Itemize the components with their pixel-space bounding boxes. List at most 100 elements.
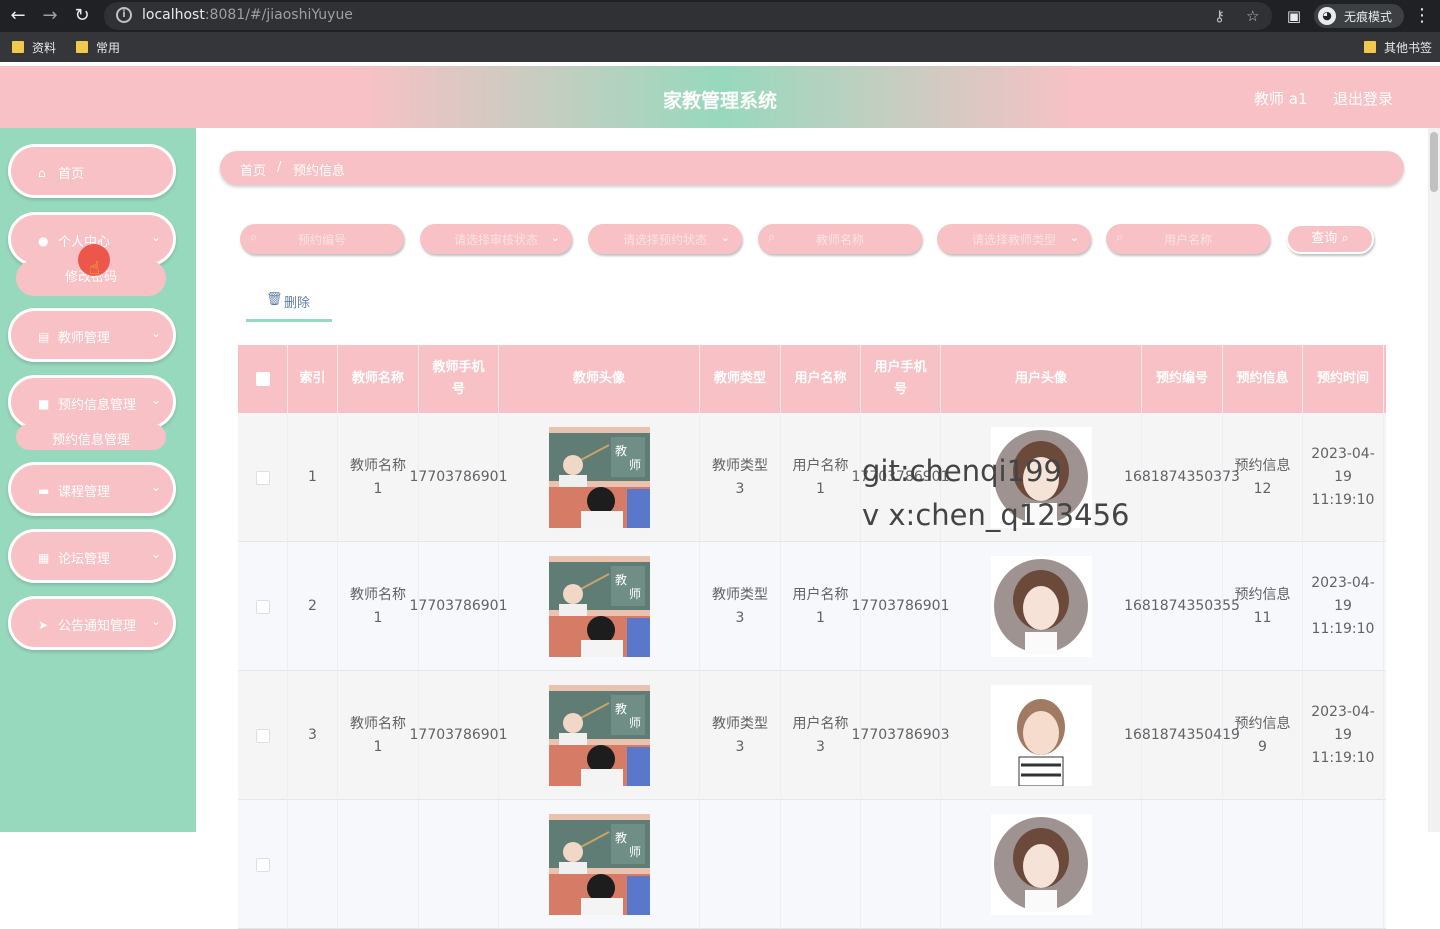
folder-icon bbox=[1364, 41, 1376, 53]
chevron-down-icon: ⌄ bbox=[150, 393, 161, 407]
cell-index: 1 bbox=[288, 413, 338, 542]
folder-icon bbox=[12, 41, 24, 53]
breadcrumb-home[interactable]: 首页 bbox=[240, 160, 266, 179]
address-bar[interactable]: i localhost:8081/#/jiaoshiYuyue ⚷ ☆ bbox=[104, 2, 1272, 30]
sidebar-item-home[interactable]: ⌂ 首页 bbox=[8, 144, 176, 198]
row-select-cell bbox=[238, 542, 288, 671]
th-teacher-type: 教师类型 bbox=[700, 345, 781, 413]
menu-kebab-icon[interactable]: ⋮ bbox=[1410, 4, 1434, 28]
select-all-checkbox[interactable] bbox=[255, 372, 270, 386]
teacher-avatar-image[interactable]: 教师 bbox=[548, 427, 650, 528]
booking-no-input[interactable]: ⌕ 预约编号 bbox=[240, 224, 404, 254]
th-teacher-phone: 教师手机号 bbox=[419, 345, 499, 413]
app-title: 家教管理系统 bbox=[662, 90, 777, 112]
chevron-down-icon: ⌄ bbox=[720, 231, 730, 244]
bookmark-folder-changyong[interactable]: 常用 bbox=[76, 39, 120, 56]
th-user-avatar: 用户头像 bbox=[941, 345, 1142, 413]
video-icon: ■ bbox=[38, 397, 50, 411]
bookmarks-bar: 资料 常用 其他书签 bbox=[0, 32, 1440, 62]
forward-icon[interactable]: → bbox=[38, 4, 62, 28]
cell-teacher-name bbox=[338, 800, 419, 929]
th-booking-no: 预约编号 bbox=[1142, 345, 1223, 413]
row-checkbox[interactable] bbox=[255, 470, 270, 485]
svg-text:师: 师 bbox=[629, 845, 641, 859]
teacher-avatar-cell: 教师 bbox=[499, 413, 700, 542]
sidebar-item-notices[interactable]: ➤ 公告通知管理 ⌄ bbox=[8, 596, 176, 650]
breadcrumb: 首页 / 预约信息 bbox=[220, 151, 1404, 185]
user-name-input[interactable]: ⌕ 用户名称 bbox=[1106, 224, 1270, 254]
key-icon[interactable]: ⚷ bbox=[1214, 7, 1225, 25]
cell-index bbox=[288, 800, 338, 929]
bookmark-folder-ziliao[interactable]: 资料 bbox=[12, 39, 56, 56]
teacher-type-select[interactable]: 请选择教师类型 ⌄ bbox=[937, 224, 1091, 254]
table-row[interactable]: 1 教师名称1 17703786901 教师教师类型3 用户名称1 17703786901… bbox=[238, 413, 1386, 542]
cell-booking-info bbox=[1223, 800, 1303, 929]
submenu-booking-manage[interactable]: 预约信息管理 bbox=[16, 424, 166, 450]
cell-index: 2 bbox=[288, 542, 338, 671]
search-icon: ⌕ bbox=[1341, 231, 1349, 246]
svg-text:师: 师 bbox=[629, 458, 641, 472]
table-row[interactable]: 3 教师名称1 17703786901 教师教师类型3 用户名称3 17703786903… bbox=[238, 671, 1386, 800]
page-scrollbar[interactable] bbox=[1428, 128, 1440, 832]
site-info-icon[interactable]: i bbox=[116, 7, 132, 23]
cell-teacher-phone: 17703786901 bbox=[410, 542, 508, 671]
svg-text:教: 教 bbox=[615, 572, 627, 587]
cell-booking-no bbox=[1142, 800, 1223, 929]
table-row[interactable]: 2 教师名称1 17703786901 教师教师类型3 用户名称1 17703786901… bbox=[238, 542, 1386, 671]
current-user: 教师 a1 bbox=[1254, 90, 1308, 108]
cell-user-name bbox=[781, 800, 861, 929]
row-checkbox[interactable] bbox=[255, 857, 270, 872]
cell-user-phone: 17703786901 bbox=[852, 542, 950, 671]
sidebar-item-courses[interactable]: ▬ 课程管理 ⌄ bbox=[8, 462, 176, 516]
cell-user-name: 用户名称1 bbox=[781, 413, 861, 542]
chevron-down-icon: ⌄ bbox=[150, 614, 161, 628]
incognito-badge[interactable]: ◕ 无痕模式 bbox=[1314, 4, 1404, 28]
user-avatar-image[interactable] bbox=[990, 556, 1092, 657]
booking-status-select[interactable]: 请选择预约状态 ⌄ bbox=[588, 224, 742, 254]
row-checkbox[interactable] bbox=[255, 599, 270, 614]
sidepanel-icon[interactable]: ▣ bbox=[1282, 4, 1306, 28]
table-header: 索引 教师名称 教师手机号 教师头像 教师类型 用户名称 用户手机号 用户头像 … bbox=[238, 345, 1386, 413]
sidebar-item-bookings[interactable]: ■ 预约信息管理 ⌄ bbox=[8, 375, 176, 429]
star-icon[interactable]: ☆ bbox=[1246, 7, 1259, 25]
user-avatar-image[interactable] bbox=[990, 685, 1092, 787]
sidebar-item-forum[interactable]: ▦ 论坛管理 ⌄ bbox=[8, 529, 176, 583]
cell-teacher-type bbox=[700, 800, 781, 929]
incognito-icon: ◕ bbox=[1318, 7, 1336, 25]
cell-booking-time: 2023-04-19 11:19:10 bbox=[1303, 413, 1384, 542]
svg-text:师: 师 bbox=[629, 587, 641, 601]
search-button[interactable]: 查询 ⌕ bbox=[1286, 224, 1374, 254]
logout-link[interactable]: 退出登录 bbox=[1333, 88, 1393, 109]
cell-index: 3 bbox=[288, 671, 338, 800]
row-checkbox[interactable] bbox=[255, 728, 270, 743]
bookmark-other[interactable]: 其他书签 bbox=[1364, 39, 1432, 56]
row-select-cell bbox=[238, 413, 288, 542]
cell-teacher-type: 教师类型3 bbox=[700, 413, 781, 542]
cell-teacher-type: 教师类型3 bbox=[700, 671, 781, 800]
sidebar-item-teachers[interactable]: ▤ 教师管理 ⌄ bbox=[8, 308, 176, 362]
teacher-avatar-image[interactable]: 教师 bbox=[548, 556, 650, 657]
back-icon[interactable]: ← bbox=[6, 4, 30, 28]
table-row[interactable]: 教师 bbox=[238, 800, 1386, 929]
teacher-avatar-image[interactable]: 教师 bbox=[548, 814, 650, 915]
cell-teacher-name: 教师名称1 bbox=[338, 671, 419, 800]
cell-teacher-name: 教师名称1 bbox=[338, 413, 419, 542]
teacher-name-input[interactable]: ⌕ 教师名称 bbox=[758, 224, 922, 254]
delete-button[interactable]: 🗑 删除 bbox=[246, 290, 332, 322]
cell-booking-info: 预约信息11 bbox=[1223, 542, 1303, 671]
app-header: 家教管理系统 教师 a1 退出登录 bbox=[0, 66, 1440, 128]
cell-teacher-phone: 17703786901 bbox=[410, 413, 508, 542]
reload-icon[interactable]: ↻ bbox=[70, 4, 94, 28]
watermark-line2: v x:chen_q123456 bbox=[862, 498, 1130, 532]
briefcase-icon: ▬ bbox=[38, 484, 50, 498]
watermark-line1: git:chenqi199 bbox=[862, 454, 1062, 488]
scrollbar-thumb[interactable] bbox=[1430, 132, 1438, 192]
breadcrumb-sep: / bbox=[277, 160, 282, 175]
review-status-select[interactable]: 请选择审核状态 ⌄ bbox=[420, 224, 572, 254]
cell-user-name: 用户名称3 bbox=[781, 671, 861, 800]
cell-booking-no: 1681874350355 bbox=[1124, 542, 1240, 671]
teacher-avatar-image[interactable]: 教师 bbox=[548, 685, 650, 786]
user-avatar-image[interactable] bbox=[990, 814, 1092, 915]
list-icon: ▤ bbox=[38, 330, 50, 344]
browser-toolbar: ← → ↻ i localhost:8081/#/jiaoshiYuyue ⚷ … bbox=[0, 0, 1440, 32]
